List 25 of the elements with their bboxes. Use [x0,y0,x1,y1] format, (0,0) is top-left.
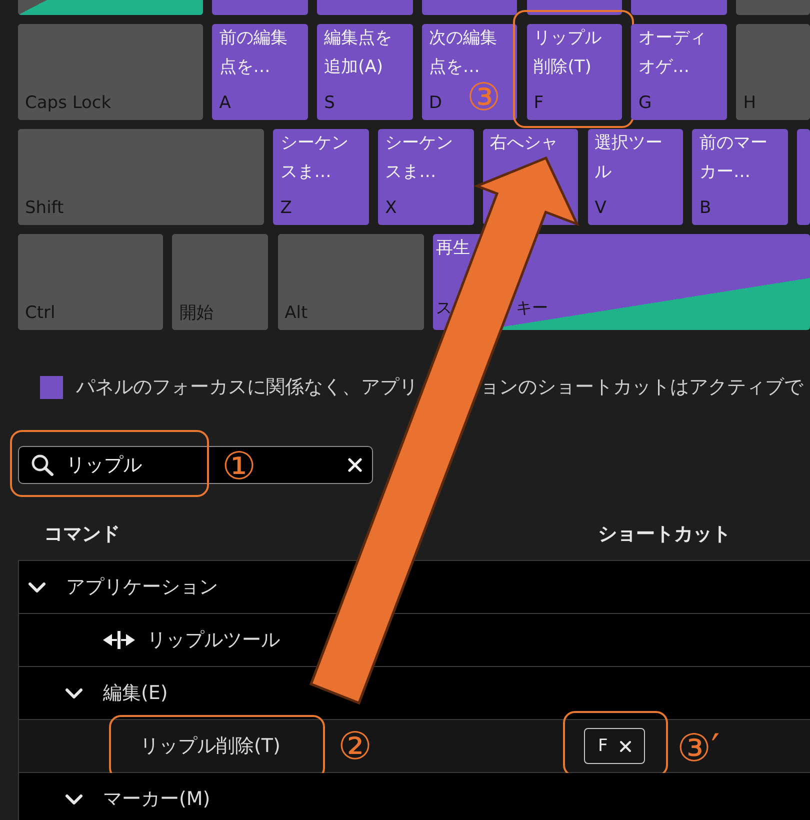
chevron-down-icon[interactable] [65,794,83,804]
close-icon[interactable] [348,458,362,472]
close-icon[interactable] [620,740,631,752]
keyboard-key[interactable]: オーディ オゲ… G [631,24,727,120]
column-header: ショートカット [598,523,731,545]
keyboard-key[interactable]: 選択ツー ル V [588,129,684,225]
legend-text: ョンのショートカットはアクティブで [480,376,803,399]
shortcut-chip[interactable]: F [584,728,645,764]
callout-number: ② [338,726,372,766]
callout-number: ③′ [677,728,720,768]
callout-number: ③ [466,77,501,117]
chevron-down-icon[interactable] [28,582,46,592]
search-icon [31,454,54,476]
arrows-bar-icon [103,631,135,649]
keyboard-key[interactable]: シーケン スま… Z [273,129,369,225]
callout-number: ① [222,446,256,486]
legend-text: パネルのフォーカスに関係なく、アプリ [76,376,418,399]
keyboard-key[interactable]: 前のマー カー… B [692,129,788,225]
keyboard-key[interactable]: 前の編集 点を… A [212,24,308,120]
keyboard-key[interactable]: リップル 削除(T) F [526,24,622,120]
keyboard-key[interactable]: シーケン スま… X [378,129,474,225]
chevron-down-icon[interactable] [65,688,83,698]
keyboard-key[interactable]: 編集点を 追加(A) S [317,24,413,120]
column-header: コマンド [44,523,120,545]
keyboard-key[interactable] [18,0,203,15]
